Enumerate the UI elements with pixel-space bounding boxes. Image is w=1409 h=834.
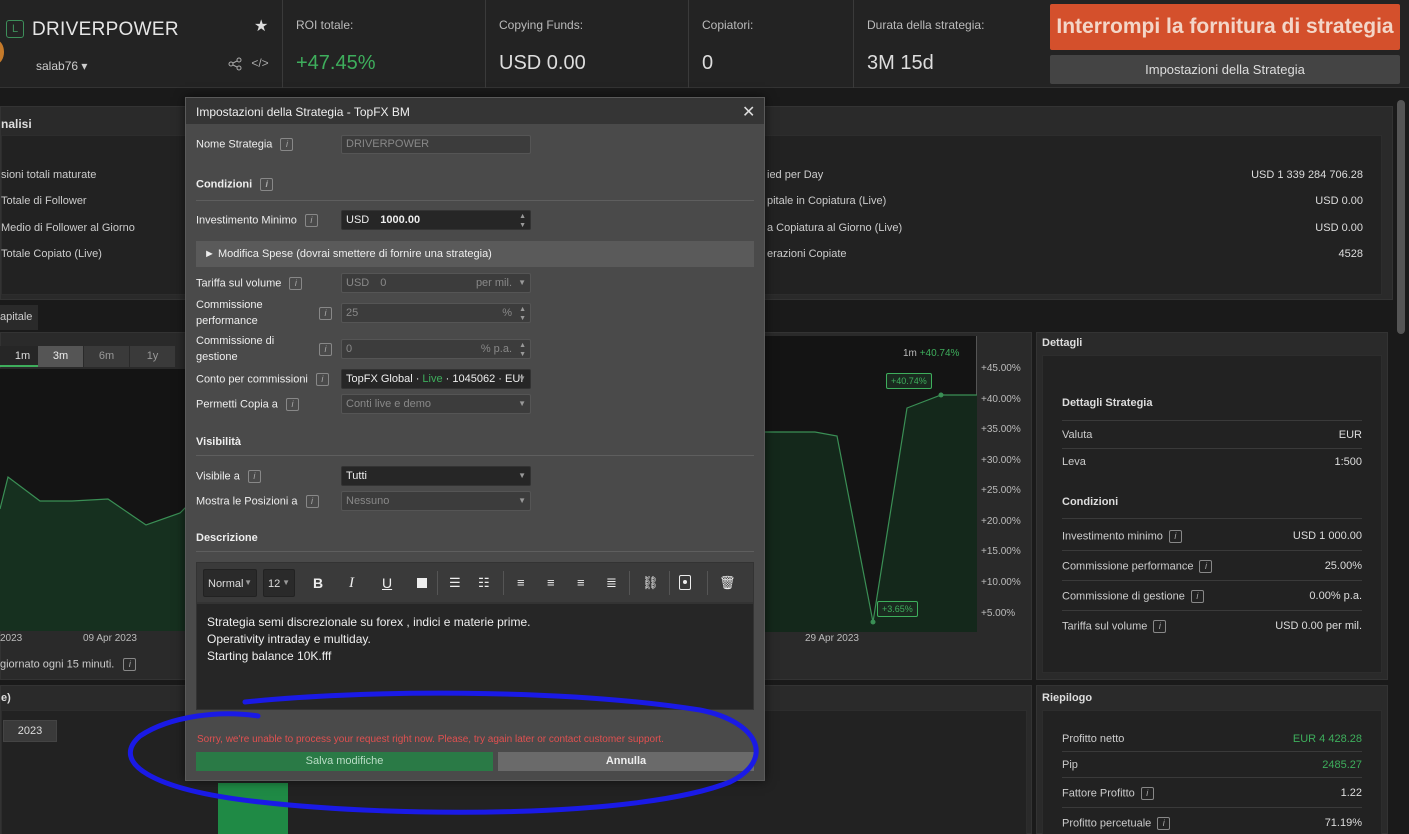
hand-drawn-ellipse	[127, 690, 759, 815]
